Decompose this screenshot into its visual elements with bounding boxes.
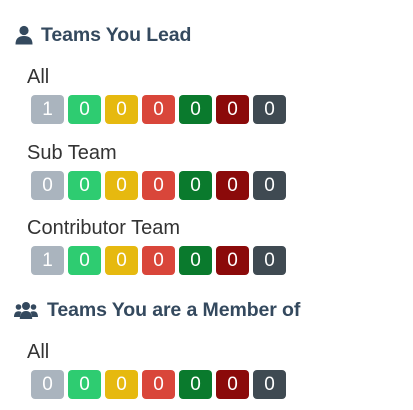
team-label: Sub Team <box>27 142 117 164</box>
status-badge[interactable]: 0 <box>179 171 212 200</box>
team-row-contributor-team: Contributor Team 1 0 0 0 0 0 0 <box>27 217 286 275</box>
status-badge[interactable]: 0 <box>105 246 138 275</box>
status-badge[interactable]: 0 <box>216 95 249 124</box>
section-title: Teams You are a Member of <box>47 298 301 321</box>
section-header-teams-member-of: Teams You are a Member of <box>14 296 300 324</box>
status-badge[interactable]: 0 <box>68 370 101 399</box>
status-badge[interactable]: 0 <box>31 370 64 399</box>
status-badge[interactable]: 1 <box>31 95 64 124</box>
status-badge[interactable]: 0 <box>179 370 212 399</box>
status-badge[interactable]: 0 <box>105 370 138 399</box>
status-badge[interactable]: 0 <box>68 95 101 124</box>
status-badge[interactable]: 1 <box>31 246 64 275</box>
status-badge-group: 0 0 0 0 0 0 0 <box>31 171 286 200</box>
status-badge[interactable]: 0 <box>216 246 249 275</box>
status-badge[interactable]: 0 <box>216 370 249 399</box>
status-badge[interactable]: 0 <box>253 370 286 399</box>
status-badge[interactable]: 0 <box>179 95 212 124</box>
section-title: Teams You Lead <box>41 23 192 46</box>
status-badge[interactable]: 0 <box>68 246 101 275</box>
status-badge[interactable]: 0 <box>142 171 175 200</box>
status-badge[interactable]: 0 <box>142 370 175 399</box>
team-row-all-lead: All 1 0 0 0 0 0 0 <box>27 66 286 124</box>
status-badge[interactable]: 0 <box>253 246 286 275</box>
status-badge[interactable]: 0 <box>253 95 286 124</box>
status-badge[interactable]: 0 <box>68 171 101 200</box>
status-badge[interactable]: 0 <box>142 95 175 124</box>
team-label: Contributor Team <box>27 217 181 239</box>
status-badge-group: 1 0 0 0 0 0 0 <box>31 95 286 124</box>
team-row-all-member: All 0 0 0 0 0 0 0 <box>27 341 286 399</box>
status-badge[interactable]: 0 <box>142 246 175 275</box>
status-badge[interactable]: 0 <box>105 171 138 200</box>
status-badge[interactable]: 0 <box>179 246 212 275</box>
team-row-sub-team: Sub Team 0 0 0 0 0 0 0 <box>27 142 286 200</box>
status-badge-group: 0 0 0 0 0 0 0 <box>31 370 286 399</box>
status-badge[interactable]: 0 <box>105 95 138 124</box>
status-badge[interactable]: 0 <box>31 171 64 200</box>
team-label: All <box>27 341 50 363</box>
status-badge[interactable]: 0 <box>253 171 286 200</box>
section-header-teams-you-lead: Teams You Lead <box>14 21 191 49</box>
team-label: All <box>27 66 50 88</box>
users-icon <box>14 299 47 321</box>
user-icon <box>14 24 41 46</box>
status-badge-group: 1 0 0 0 0 0 0 <box>31 246 286 275</box>
status-badge[interactable]: 0 <box>216 171 249 200</box>
